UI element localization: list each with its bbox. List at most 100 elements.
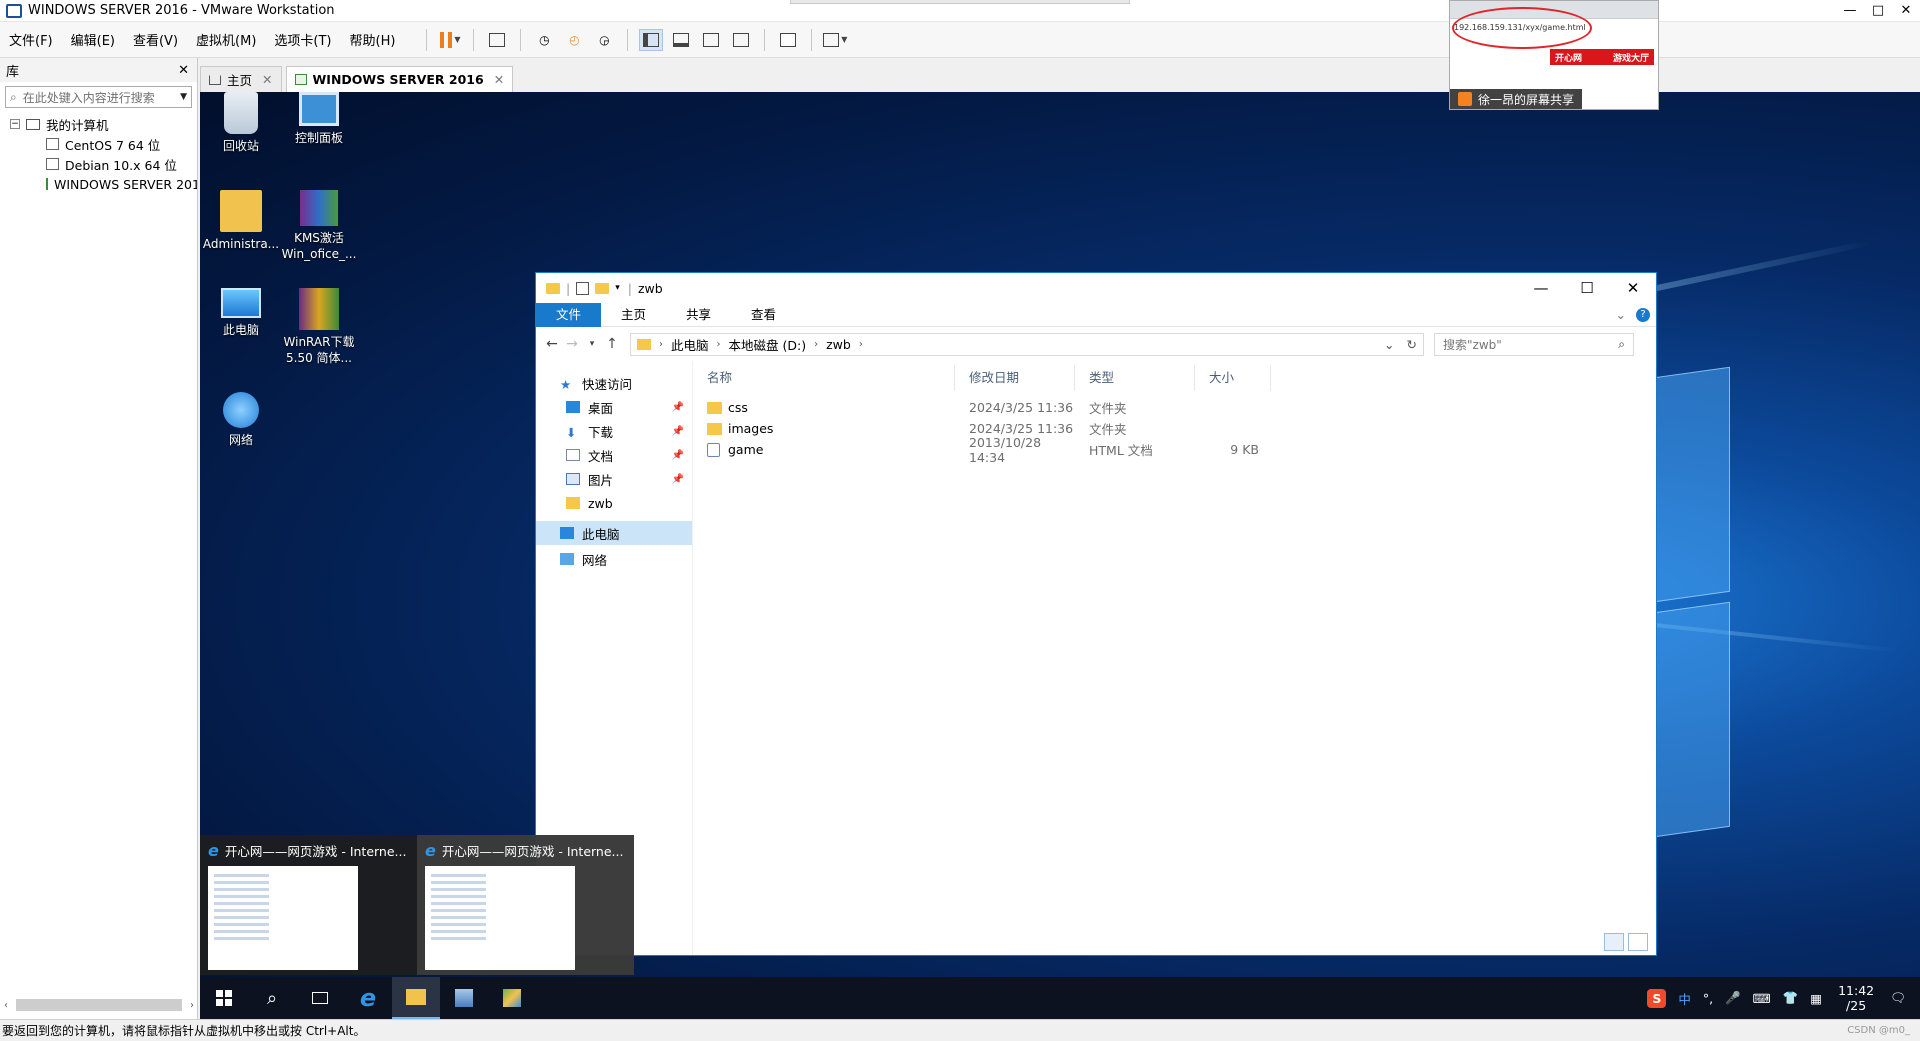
unity-button[interactable] — [729, 29, 753, 51]
pin-icon[interactable]: 📌 — [672, 450, 684, 461]
library-scrollbar[interactable]: ‹ › — [4, 997, 194, 1013]
address-bar[interactable]: › 此电脑 › 本地磁盘 (D:) › zwb › ⌄ ↻ — [630, 332, 1424, 356]
send-ctrl-alt-del-button[interactable] — [485, 29, 509, 51]
tab-close-icon[interactable]: ✕ — [494, 72, 504, 87]
ribbon-tab-file[interactable]: 文件 — [536, 302, 602, 327]
floating-toolbar-edge[interactable] — [790, 0, 1130, 4]
stretch-guest-button[interactable]: ▼ — [823, 29, 847, 51]
expand-ribbon-icon[interactable]: ⌄ — [1616, 307, 1626, 322]
menu-help[interactable]: 帮助(H) — [341, 30, 405, 49]
nav-network[interactable]: 网络 — [536, 547, 692, 571]
search-input[interactable]: 搜索"zwb" ⌕ — [1434, 332, 1634, 356]
menu-edit[interactable]: 编辑(E) — [62, 30, 124, 49]
breadcrumb-separator-icon[interactable]: › — [814, 339, 818, 350]
ribbon-tab-view[interactable]: 查看 — [731, 303, 796, 327]
keyboard-icon[interactable]: ⌨ — [1753, 991, 1771, 1006]
taskbar-clock[interactable]: 11:42 /25 — [1838, 983, 1874, 1013]
tree-item-my-computer[interactable]: − 我的计算机 — [10, 114, 197, 134]
taskbar-ie[interactable]: e — [344, 977, 392, 1019]
desktop-icon-control-panel[interactable]: 控制面板 — [280, 92, 358, 146]
pin-icon[interactable]: 📌 — [672, 426, 684, 437]
back-arrow-icon[interactable]: ← — [542, 336, 562, 352]
desktop-icon-winrar[interactable]: WinRAR下载 5.50 简体... — [280, 288, 358, 366]
forward-arrow-icon[interactable]: → — [562, 336, 582, 352]
pin-icon[interactable]: 📌 — [672, 474, 684, 485]
revert-snapshot-button[interactable]: ◴ — [562, 29, 586, 51]
chevron-down-icon[interactable]: ▾ — [615, 283, 620, 293]
menu-view[interactable]: 查看(V) — [124, 30, 187, 49]
details-view-icon[interactable] — [1604, 933, 1624, 951]
taskbar-file-explorer[interactable] — [392, 977, 440, 1019]
scroll-right-icon[interactable]: › — [190, 1000, 194, 1011]
console-view-button[interactable] — [776, 29, 800, 51]
nav-item-desktop[interactable]: 桌面 📌 — [536, 395, 692, 419]
ime-mode[interactable]: 中 — [1678, 989, 1691, 1008]
punctuation-icon[interactable]: °, — [1703, 991, 1713, 1006]
refresh-icon[interactable]: ↻ — [1407, 337, 1417, 352]
nav-item-zwb[interactable]: zwb — [536, 491, 692, 515]
library-close-button[interactable]: ✕ — [178, 63, 189, 78]
search-button[interactable]: ⌕ — [248, 977, 296, 1019]
show-thumbnail-bar-button[interactable] — [669, 29, 693, 51]
help-icon[interactable]: ? — [1636, 307, 1650, 322]
tree-item-vm-active[interactable]: WINDOWS SERVER 2016 — [10, 174, 197, 194]
desktop-icon-administrator[interactable]: Administra... — [202, 190, 280, 252]
menu-tabs[interactable]: 选项卡(T) — [265, 30, 340, 49]
breadcrumb-zwb[interactable]: zwb — [826, 337, 851, 352]
file-row[interactable]: css 2024/3/25 11:36 文件夹 — [693, 397, 1656, 418]
nav-item-pictures[interactable]: 图片 📌 — [536, 467, 692, 491]
task-view-button[interactable] — [296, 977, 344, 1019]
nav-quick-access[interactable]: ★ 快速访问 — [536, 371, 692, 395]
desktop-icon-this-pc[interactable]: 此电脑 — [202, 288, 280, 338]
recent-locations-icon[interactable]: ▾ — [582, 339, 602, 349]
breadcrumb-drive-d[interactable]: 本地磁盘 (D:) — [729, 335, 807, 354]
close-button[interactable]: ✕ — [1610, 279, 1656, 297]
desktop-icon-network[interactable]: 网络 — [202, 392, 280, 448]
sogou-ime-icon[interactable]: S — [1647, 988, 1667, 1008]
snapshot-manager-button[interactable]: ◶ — [592, 29, 616, 51]
nav-item-downloads[interactable]: ⬇ 下载 📌 — [536, 419, 692, 443]
column-size[interactable]: 大小 — [1195, 365, 1271, 391]
nav-this-pc[interactable]: 此电脑 — [536, 521, 692, 545]
snapshot-button[interactable]: ◷ — [532, 29, 556, 51]
tab-close-icon[interactable]: ✕ — [262, 72, 272, 87]
pause-button[interactable]: ▼ — [438, 29, 462, 51]
properties-icon[interactable] — [576, 281, 590, 295]
maximize-button[interactable]: □ — [1864, 0, 1892, 22]
desktop-icon-kms[interactable]: KMS激活 Win_ofice_... — [280, 190, 358, 262]
breadcrumb-separator-icon[interactable]: › — [717, 339, 721, 350]
search-icon[interactable]: ⌕ — [1618, 337, 1625, 352]
breadcrumb-this-pc[interactable]: 此电脑 — [671, 335, 709, 354]
taskbar-app[interactable] — [488, 977, 536, 1019]
tab-vm[interactable]: WINDOWS SERVER 2016 ✕ — [285, 66, 514, 92]
collapse-icon[interactable]: − — [10, 119, 20, 129]
breadcrumb-separator-icon[interactable]: › — [659, 339, 663, 350]
ribbon-tab-share[interactable]: 共享 — [666, 303, 731, 327]
close-button[interactable]: ✕ — [1892, 0, 1920, 22]
scrollbar-thumb[interactable] — [16, 999, 182, 1011]
large-icons-view-icon[interactable] — [1628, 933, 1648, 951]
column-name[interactable]: 名称 — [693, 365, 955, 391]
ribbon-tab-home[interactable]: 主页 — [601, 303, 666, 327]
breadcrumb-separator-icon[interactable]: › — [859, 339, 863, 350]
menu-vm[interactable]: 虚拟机(M) — [187, 30, 265, 49]
pin-icon[interactable]: 📌 — [672, 402, 684, 413]
show-library-button[interactable] — [639, 28, 664, 51]
nav-item-documents[interactable]: 文档 📌 — [536, 443, 692, 467]
library-search-input[interactable]: ⌕ 在此处键入内容进行搜索 ▼ — [5, 86, 192, 108]
up-arrow-icon[interactable]: ↑ — [602, 336, 622, 352]
maximize-button[interactable]: ☐ — [1564, 279, 1610, 297]
tree-item-vm[interactable]: Debian 10.x 64 位 — [10, 154, 197, 174]
new-folder-icon[interactable] — [595, 282, 610, 294]
column-date[interactable]: 修改日期 — [955, 365, 1075, 391]
file-row[interactable]: game 2013/10/28 14:34 HTML 文档 9 KB — [693, 435, 1656, 465]
menu-file[interactable]: 文件(F) — [0, 30, 62, 49]
toolbox-icon[interactable]: ▦ — [1810, 991, 1822, 1006]
desktop-icon-recycle-bin[interactable]: 回收站 — [202, 92, 280, 154]
thumbnail-preview[interactable]: e 开心网——网页游戏 - Interne... — [417, 835, 634, 975]
microphone-icon[interactable]: 🎤 — [1725, 990, 1741, 1006]
screen-share-overlay[interactable]: 192.168.159.131/xyx/game.html 开心网 游戏大厅 徐… — [1449, 0, 1659, 110]
minimize-button[interactable]: — — [1836, 0, 1864, 22]
file-row[interactable]: images 2024/3/25 11:36 文件夹 — [693, 418, 1656, 439]
vm-screen[interactable]: 回收站 控制面板 Administra... KMS激活 Win_ofice_.… — [200, 92, 1920, 1019]
